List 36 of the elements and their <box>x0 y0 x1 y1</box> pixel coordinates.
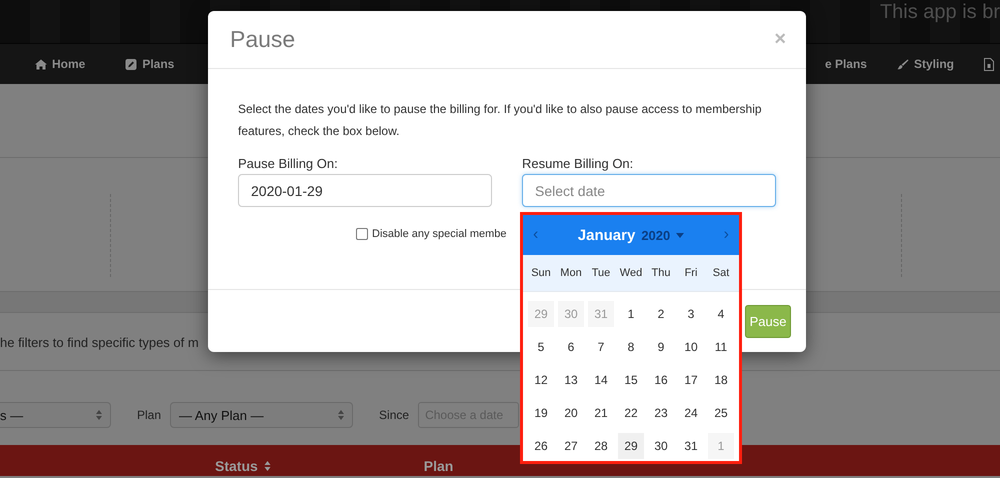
dialog-title: Pause <box>230 26 296 53</box>
document-icon[interactable] <box>984 58 994 70</box>
weekday-label: Sun <box>531 267 551 279</box>
brush-icon <box>896 58 909 70</box>
field-label: Pause Billing On: <box>238 156 339 171</box>
weekday-label: Fri <box>684 267 698 279</box>
field-label: Resume Billing On: <box>522 156 634 171</box>
filter-select[interactable]: s — <box>0 402 111 428</box>
date-field[interactable]: Select date <box>522 174 776 207</box>
nav-link[interactable]: e Plans <box>824 57 867 71</box>
intro-text: he filters to find specific types of m <box>0 335 199 350</box>
banner-text: This app is br <box>880 0 1000 25</box>
calendar-day[interactable]: 29 <box>618 433 644 459</box>
updown-icon <box>338 410 344 420</box>
weekday-label: Sat <box>712 267 730 279</box>
checkbox-label: Disable any special membe <box>372 228 507 240</box>
updown-icon <box>96 410 102 420</box>
column-header[interactable]: Status <box>215 456 271 476</box>
caret-icon <box>676 232 684 238</box>
dialog-description: Select the dates you'd like to pause the billing for. If you'd like to also pause access to membership features, check the box below. <box>238 101 763 140</box>
nav-link[interactable]: Home <box>35 57 86 71</box>
weekday-label: Thu <box>652 267 670 279</box>
weekday-label: Mon <box>560 267 582 279</box>
date-field[interactable]: 2020-01-29 <box>238 174 492 207</box>
nav-link[interactable]: Styling <box>896 57 954 71</box>
column-header[interactable]: Plan <box>424 456 454 476</box>
filter-label: Since <box>379 408 410 422</box>
weekday-label: Wed <box>620 267 642 279</box>
pencil-square-icon <box>125 58 138 70</box>
checkbox[interactable] <box>356 228 368 240</box>
weekday-label: Tue <box>592 267 610 279</box>
month-label: January <box>578 226 636 244</box>
house-icon <box>35 58 47 70</box>
nav-link[interactable]: Plans <box>125 57 174 71</box>
filter-label: Plan <box>137 408 162 422</box>
filter-select[interactable]: — Any Plan — <box>170 402 354 428</box>
